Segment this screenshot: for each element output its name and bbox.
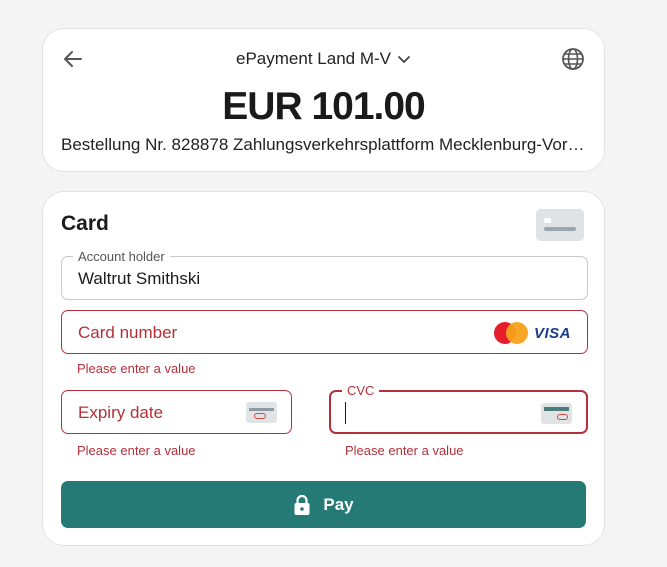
card-brand-logos: VISA	[493, 322, 571, 344]
order-description: Bestellung Nr. 828878 Zahlungsverkehrspl…	[61, 135, 586, 154]
pay-button[interactable]: Pay	[61, 481, 586, 528]
merchant-name: ePayment Land M-V	[236, 49, 391, 68]
payment-amount: EUR 101.00	[222, 85, 425, 128]
account-holder-field[interactable]: Account holder Waltrut Smithski	[61, 249, 588, 300]
credit-card-icon	[536, 209, 584, 241]
cvc-label: CVC	[342, 383, 380, 398]
expiry-date-field[interactable]: Expiry date	[61, 390, 292, 434]
lock-icon	[294, 494, 310, 515]
card-number-placeholder: Card number	[78, 323, 178, 342]
globe-icon	[562, 48, 584, 70]
account-holder-value: Waltrut Smithski	[78, 269, 201, 288]
account-holder-label: Account holder	[73, 249, 170, 264]
language-button[interactable]	[560, 46, 586, 72]
chevron-down-icon	[398, 56, 410, 63]
card-payment-form: Card Account holder Waltrut Smithski Car…	[42, 191, 605, 546]
text-cursor	[345, 402, 346, 424]
pay-button-label: Pay	[323, 494, 354, 514]
cvc-field[interactable]: CVC	[329, 383, 588, 434]
merchant-selector[interactable]: ePayment Land M-V	[43, 49, 604, 69]
order-summary-card: ePayment Land M-V EUR 101.00 Bestellung …	[42, 28, 605, 172]
card-number-field[interactable]: Card number VISA	[61, 310, 588, 354]
visa-icon: VISA	[533, 324, 571, 342]
card-number-error: Please enter a value	[77, 361, 196, 376]
cvc-card-icon	[541, 403, 572, 424]
cvc-error: Please enter a value	[345, 443, 464, 458]
expiry-date-error: Please enter a value	[77, 443, 196, 458]
mastercard-icon	[493, 322, 528, 344]
payment-method-title: Card	[61, 212, 109, 235]
expiry-card-icon	[246, 402, 277, 423]
expiry-date-placeholder: Expiry date	[78, 403, 164, 422]
